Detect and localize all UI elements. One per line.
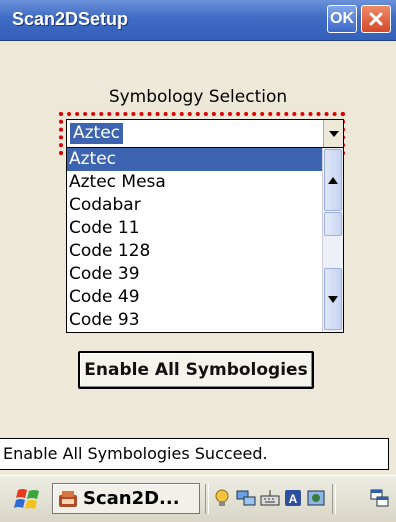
main-content: Symbology Selection Aztec Aztec Aztec Mes… (0, 41, 396, 431)
dropdown-button[interactable] (323, 120, 343, 147)
list-item[interactable]: Aztec (67, 148, 323, 171)
enable-all-symbologies-button[interactable]: Enable All Symbologies (78, 351, 314, 389)
device-icon[interactable] (306, 488, 326, 508)
list-scrollbar[interactable] (322, 148, 343, 332)
scroll-thumb[interactable] (324, 212, 342, 236)
input-panel-icon[interactable]: A (283, 488, 303, 508)
keyboard-icon[interactable] (260, 488, 280, 508)
scroll-down-button[interactable] (324, 268, 342, 330)
close-button[interactable] (361, 5, 391, 33)
status-message: Enable All Symbologies Succeed. (0, 438, 389, 470)
tray-separator-2 (332, 484, 336, 514)
symbology-select[interactable]: Aztec (66, 119, 344, 148)
taskbar-app-label: Scan2D... (83, 488, 180, 509)
network-icon[interactable] (236, 488, 256, 508)
scanner-app-icon (59, 491, 77, 507)
list-item[interactable]: Codabar (67, 194, 323, 217)
select-value: Aztec (70, 123, 124, 144)
symbology-list[interactable]: Aztec Aztec Mesa Codabar Code 11 Code 128 Cod… (66, 147, 344, 333)
desktop-icon[interactable] (370, 488, 390, 508)
list-item[interactable]: Code 11 (67, 217, 323, 240)
ok-button[interactable]: OK (327, 5, 357, 33)
scroll-up-button[interactable] (324, 149, 342, 211)
taskbar: Scan2D... A (0, 475, 396, 522)
window-title: Scan2DSetup (12, 9, 129, 29)
arrow-down-icon (328, 295, 338, 303)
symbology-label: Symbology Selection (108, 87, 288, 107)
list-item[interactable]: Code 49 (67, 286, 323, 309)
taskbar-app-button[interactable]: Scan2D... (52, 483, 200, 514)
windows-start-icon[interactable] (14, 486, 42, 512)
chevron-down-icon (328, 130, 339, 137)
title-bar: Scan2DSetup OK (0, 0, 396, 41)
arrow-up-icon (328, 176, 338, 184)
list-item[interactable]: Aztec Mesa (67, 171, 323, 194)
close-icon (369, 12, 383, 26)
list-item[interactable]: Code 93 (67, 309, 323, 332)
list-item[interactable]: Code 39 (67, 263, 323, 286)
svg-text:A: A (289, 492, 298, 506)
tray-separator (205, 484, 209, 514)
bulb-icon[interactable] (212, 488, 232, 508)
list-items: Aztec Aztec Mesa Codabar Code 11 Code 128 Cod… (67, 148, 323, 332)
list-item[interactable]: Code 128 (67, 240, 323, 263)
